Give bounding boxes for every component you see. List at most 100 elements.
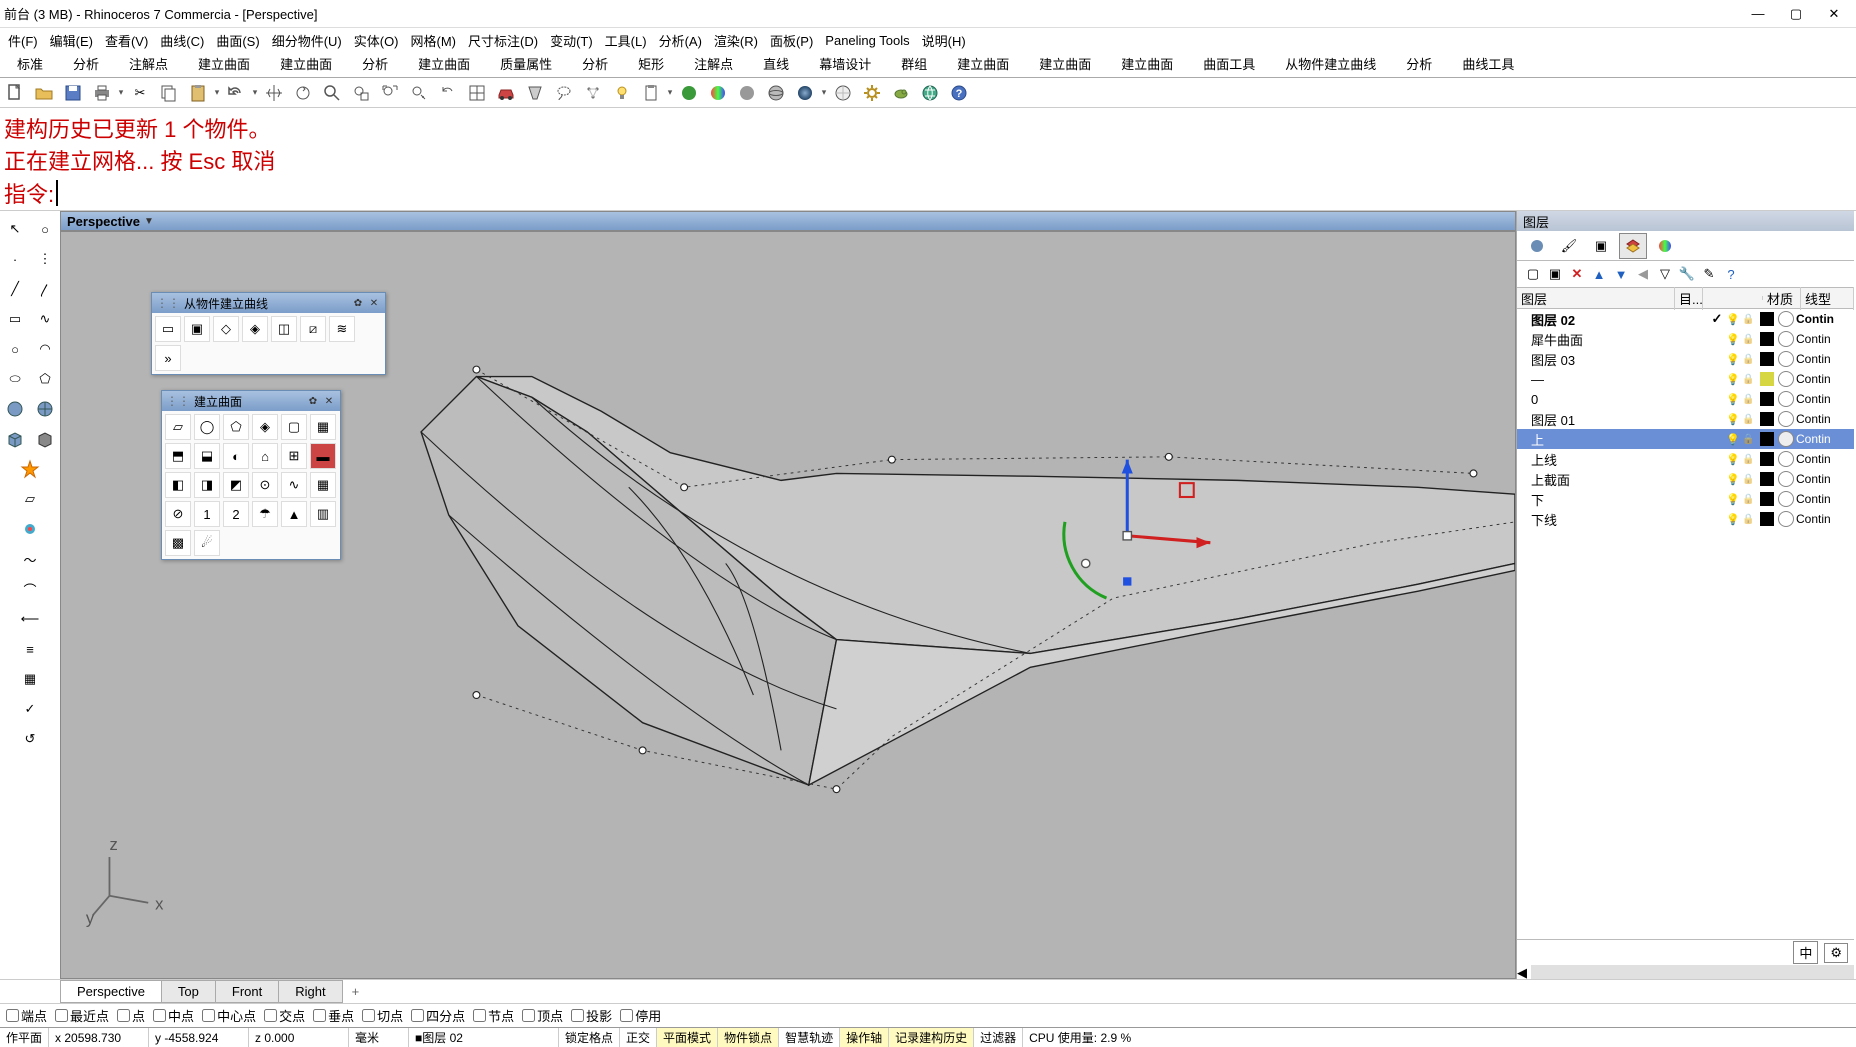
more-icon[interactable]: » (155, 345, 181, 371)
toolbar-tab[interactable]: 分析 (347, 50, 403, 77)
osnap-checkbox[interactable] (473, 1009, 486, 1022)
layer-row[interactable]: —💡🔒Contin (1517, 369, 1854, 389)
osnap-item[interactable]: 中心点 (198, 1006, 260, 1025)
mesh-box-icon[interactable] (31, 425, 59, 453)
layer-material-icon[interactable] (1778, 511, 1794, 527)
gear-icon[interactable] (859, 80, 885, 106)
menu-item[interactable]: 工具(L) (599, 29, 653, 52)
menu-item[interactable]: 查看(V) (99, 29, 154, 52)
srf-grid-icon[interactable]: ▩ (165, 530, 191, 556)
status-unit[interactable]: 毫米 (349, 1028, 409, 1047)
tab-display[interactable]: ▣ (1587, 233, 1615, 259)
curve-drw-icon[interactable]: 〜 (16, 545, 44, 573)
grasshopper-icon[interactable] (888, 80, 914, 106)
zoom-window-icon[interactable] (348, 80, 374, 106)
layer-color-swatch[interactable] (1760, 432, 1774, 446)
srf-sweep2-icon[interactable]: ⬓ (194, 443, 220, 469)
layer-lock-icon[interactable]: 🔒 (1742, 434, 1758, 445)
layer-lock-icon[interactable]: 🔒 (1742, 494, 1758, 505)
viewport[interactable]: z x y ⋮⋮ 从物件建立曲线 ✿ ✕ ▭ ▣ ◇ ◈ ◫ (60, 231, 1516, 979)
layer-visible-icon[interactable]: 💡 (1726, 333, 1742, 346)
osnap-checkbox[interactable] (117, 1009, 130, 1022)
layer-row[interactable]: 图层 03💡🔒Contin (1517, 349, 1854, 369)
layer-color-swatch[interactable] (1760, 312, 1774, 326)
layer-material-icon[interactable] (1778, 371, 1794, 387)
extract-iso-icon[interactable]: ▭ (155, 316, 181, 342)
move-up-icon[interactable]: ▲ (1589, 264, 1609, 284)
settings-icon[interactable]: ⚙ (1824, 943, 1848, 963)
layers-icon[interactable]: ≡ (16, 635, 44, 663)
paste-icon[interactable] (185, 80, 211, 106)
layer-color-swatch[interactable] (1760, 512, 1774, 526)
layer-lock-icon[interactable]: 🔒 (1742, 354, 1758, 365)
layer-row[interactable]: 图层 01💡🔒Contin (1517, 409, 1854, 429)
dup-edge-icon[interactable]: ◇ (213, 316, 239, 342)
status-history[interactable]: 记录建构历史 (889, 1028, 974, 1047)
menu-item[interactable]: 网格(M) (405, 29, 463, 52)
pointer-icon[interactable]: ↖ (1, 215, 29, 243)
menu-item[interactable]: 说明(H) (916, 29, 972, 52)
close-icon[interactable]: ✕ (322, 394, 336, 408)
srf-picture-icon[interactable]: ▲ (281, 501, 307, 527)
srf-network-icon[interactable]: ⊞ (281, 443, 307, 469)
srf-blend-icon[interactable]: ▬ (310, 443, 336, 469)
hatch-icon[interactable]: ▦ (16, 665, 44, 693)
car-icon[interactable] (493, 80, 519, 106)
srf-1-icon[interactable]: ⊘ (165, 501, 191, 527)
command-input[interactable] (56, 180, 58, 206)
edit-icon[interactable]: ✎ (1699, 264, 1719, 284)
menu-item[interactable]: Paneling Tools (819, 31, 915, 50)
status-osnap[interactable]: 物件锁点 (718, 1028, 779, 1047)
circle-icon[interactable]: ○ (1, 335, 29, 363)
srf-drape-icon[interactable]: ▦ (310, 472, 336, 498)
srf-rev-icon[interactable]: ◐ (223, 443, 249, 469)
view-tab[interactable]: Perspective (60, 980, 162, 1003)
menu-item[interactable]: 面板(P) (764, 29, 819, 52)
curve-icon[interactable]: ∿ (31, 305, 59, 333)
osnap-item[interactable]: 停用 (616, 1006, 665, 1025)
toolbar-tab[interactable]: 分析 (58, 50, 114, 77)
status-ortho[interactable]: 正交 (620, 1028, 657, 1047)
srf-rail-icon[interactable]: ⌂ (252, 443, 278, 469)
layer-color-swatch[interactable] (1760, 332, 1774, 346)
osnap-checkbox[interactable] (522, 1009, 535, 1022)
layer-row[interactable]: 上截面💡🔒Contin (1517, 469, 1854, 489)
layer-linetype[interactable]: Contin (1796, 332, 1854, 346)
srf-sweep1-icon[interactable]: ⬒ (165, 443, 191, 469)
srf-fillet-icon[interactable]: ◨ (194, 472, 220, 498)
check-icon[interactable]: ✓ (16, 695, 44, 723)
osnap-item[interactable]: 点 (113, 1006, 149, 1025)
layer-current-icon[interactable]: ✓ (1708, 311, 1726, 327)
osnap-checkbox[interactable] (264, 1009, 277, 1022)
layer-material-icon[interactable] (1778, 491, 1794, 507)
col-layer[interactable]: 图层 (1517, 287, 1675, 310)
srf-cap-icon[interactable]: ◧ (165, 472, 191, 498)
lasso-icon[interactable] (551, 80, 577, 106)
layer-color-swatch[interactable] (1760, 372, 1774, 386)
toolbar-tab[interactable]: 分析 (1391, 50, 1447, 77)
layer-row[interactable]: 下💡🔒Contin (1517, 489, 1854, 509)
toolbar-tab[interactable]: 曲线工具 (1447, 50, 1529, 77)
polyline-icon[interactable]: 〳 (31, 275, 59, 303)
osnap-item[interactable]: 投影 (567, 1006, 616, 1025)
ime-indicator[interactable]: 中 (1793, 941, 1818, 964)
layer-lock-icon[interactable]: 🔒 (1742, 374, 1758, 385)
layer-linetype[interactable]: Contin (1796, 352, 1854, 366)
layer-color-swatch[interactable] (1760, 392, 1774, 406)
ellipse-icon[interactable]: ⬭ (1, 365, 29, 393)
layer-material-icon[interactable] (1778, 431, 1794, 447)
point-icon[interactable]: · (1, 245, 29, 273)
move-left-icon[interactable]: ◀ (1633, 264, 1653, 284)
mesh-sphere-icon[interactable] (31, 395, 59, 423)
open-icon[interactable] (31, 80, 57, 106)
extract-wireframe-icon[interactable]: ▣ (184, 316, 210, 342)
layer-visible-icon[interactable]: 💡 (1726, 413, 1742, 426)
layer-color-swatch[interactable] (1760, 352, 1774, 366)
layer-color-swatch[interactable] (1760, 452, 1774, 466)
history-icon[interactable]: ↺ (16, 725, 44, 753)
layer-lock-icon[interactable]: 🔒 (1742, 334, 1758, 345)
srf-loft-icon[interactable]: ▦ (310, 414, 336, 440)
undo-icon[interactable] (223, 80, 249, 106)
layer-linetype[interactable]: Contin (1796, 472, 1854, 486)
viewport-dropdown-icon[interactable]: ▼ (144, 216, 154, 227)
